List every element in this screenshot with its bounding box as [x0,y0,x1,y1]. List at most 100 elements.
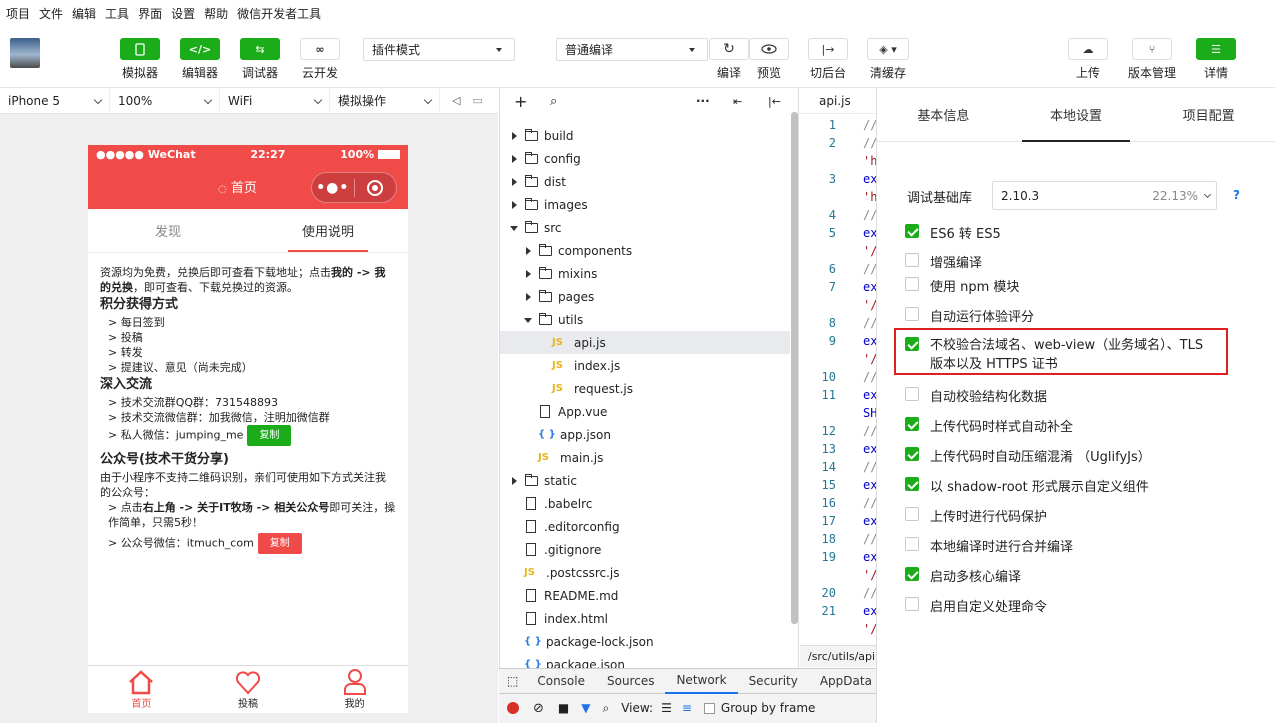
background-button[interactable]: |→ [808,38,848,60]
operation-select[interactable]: 模拟操作 [330,87,440,114]
editor-tab-api-js[interactable]: api.js [800,88,876,114]
file-tree-item[interactable]: .gitignore [500,538,790,561]
filter-icon[interactable]: ▼ [581,701,590,715]
preview-button[interactable] [749,38,789,60]
details-button[interactable]: ☰ [1196,38,1236,60]
explorer-scrollbar[interactable] [791,112,798,624]
help-icon[interactable]: ? [1233,188,1240,202]
tabbar-home[interactable]: 首页 [88,666,195,713]
setting-option[interactable]: 上传时进行代码保护 [905,506,1047,525]
setting-checkbox[interactable] [905,537,919,551]
add-icon[interactable]: + [514,92,527,111]
file-tree-item[interactable]: index.html [500,607,790,630]
setting-checkbox[interactable] [905,307,919,321]
tab-security[interactable]: Security [738,669,809,694]
editor-toggle-button[interactable]: </> [180,38,220,60]
more-dots-icon[interactable]: •●• [312,180,354,196]
menu-item-tools[interactable]: 工具 [105,5,129,22]
menu-item-view[interactable]: 界面 [138,5,162,22]
setting-option[interactable]: 自动运行体验评分 [905,306,1034,325]
setting-checkbox[interactable] [905,417,919,431]
file-tree-item[interactable]: build [500,124,790,147]
menu-item-settings[interactable]: 设置 [171,5,195,22]
file-tree-item[interactable]: .babelrc [500,492,790,515]
setting-option[interactable]: 增强编译 [905,252,982,271]
file-tree-item[interactable]: images [500,193,790,216]
compile-mode-select[interactable]: 普通编译 [556,38,708,61]
setting-checkbox[interactable] [905,224,919,238]
menu-item-file[interactable]: 文件 [39,5,63,22]
network-select[interactable]: WiFi [220,87,330,114]
group-by-frame-checkbox[interactable] [703,702,715,714]
file-tree-item[interactable]: pages [500,285,790,308]
file-tree-item[interactable]: components [500,239,790,262]
file-tree-item[interactable]: JS request.js [500,377,790,400]
menu-item-project[interactable]: 项目 [6,5,30,22]
more-icon[interactable]: ··· [696,94,710,108]
file-tree-item[interactable]: src [500,216,790,239]
device-select[interactable]: iPhone 5 [0,87,110,114]
file-tree-item[interactable]: dist [500,170,790,193]
menu-item-help[interactable]: 帮助 [204,5,228,22]
setting-option[interactable]: 自动校验结构化数据 [905,386,1047,405]
tab-basic-info[interactable]: 基本信息 [877,88,1010,142]
project-avatar[interactable] [10,38,40,68]
file-tree-item[interactable]: JS api.js [500,331,790,354]
file-tree-item[interactable]: JS main.js [500,446,790,469]
setting-option[interactable]: 上传代码时样式自动补全 [905,416,1073,435]
record-icon[interactable] [507,702,519,714]
copy-account-button[interactable]: 复制 [257,533,302,554]
tab-discover[interactable]: 发现 [88,209,248,252]
camera-icon[interactable]: ■ [558,701,569,715]
file-tree-item[interactable]: JS .postcssrc.js [500,561,790,584]
setting-option[interactable]: 以 shadow-root 形式展示自定义组件 [905,476,1149,495]
file-tree-item[interactable]: { } app.json [500,423,790,446]
setting-checkbox[interactable] [905,277,919,291]
file-tree-item[interactable]: JS index.js [500,354,790,377]
debugger-toggle-button[interactable]: ⇆ [240,38,280,60]
inspect-icon[interactable]: ⬚ [499,674,526,688]
setting-checkbox[interactable] [905,507,919,521]
list-view-icon[interactable]: ☰ [661,701,672,715]
setting-checkbox[interactable] [905,253,919,267]
split-icon[interactable]: |← [768,95,781,108]
copy-wechat-button[interactable]: 复制 [247,425,292,446]
setting-checkbox[interactable] [905,387,919,401]
file-tree-item[interactable]: App.vue [500,400,790,423]
collapse-all-icon[interactable]: ⇤ [733,95,742,108]
setting-checkbox[interactable] [905,567,919,581]
clear-icon[interactable]: ⊘ [533,701,544,716]
version-management-button[interactable]: ⑂ [1132,38,1172,60]
tab-project-config[interactable]: 项目配置 [1142,88,1275,142]
mode-select[interactable]: 插件模式 [363,38,515,61]
search-icon[interactable]: ⌕ [550,94,557,109]
search-icon[interactable]: ⌕ [602,701,609,716]
compile-button[interactable]: ↻ [709,38,749,60]
setting-option[interactable]: 启动多核心编译 [905,566,1021,585]
setting-checkbox[interactable] [905,447,919,461]
menu-item-wechat-devtools[interactable]: 微信开发者工具 [237,5,321,22]
tabbar-submit[interactable]: 投稿 [195,666,302,713]
volume-icon[interactable]: ◁ [452,94,460,107]
file-tree-item[interactable]: utils [500,308,790,331]
tab-network[interactable]: Network [665,669,738,694]
setting-option[interactable]: 上传代码时自动压缩混淆 （UglifyJs） [905,446,1151,465]
simulator-toggle-button[interactable] [120,38,160,60]
file-tree-item[interactable]: .editorconfig [500,515,790,538]
file-tree-item[interactable]: static [500,469,790,492]
menu-item-edit[interactable]: 编辑 [72,5,96,22]
clear-cache-button[interactable]: ◈ ▾ [867,38,909,60]
zoom-select[interactable]: 100% [110,87,220,114]
tab-appdata[interactable]: AppData [809,669,883,694]
lib-version-select[interactable]: 2.10.3 22.13% [992,181,1217,210]
close-miniprogram-icon[interactable] [354,179,396,196]
setting-checkbox[interactable] [905,597,919,611]
file-tree-item[interactable]: { } package-lock.json [500,630,790,653]
file-tree-item[interactable]: mixins [500,262,790,285]
tab-sources[interactable]: Sources [596,669,665,694]
tabbar-mine[interactable]: 我的 [301,666,408,713]
tab-local-settings[interactable]: 本地设置 [1010,88,1143,142]
upload-button[interactable]: ☁ [1068,38,1108,60]
file-tree-item[interactable]: config [500,147,790,170]
tab-console[interactable]: Console [526,669,596,694]
